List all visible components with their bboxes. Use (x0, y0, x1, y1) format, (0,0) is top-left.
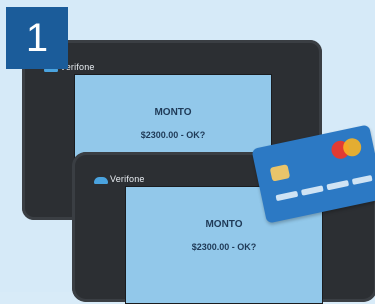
card-number-stripe (351, 174, 373, 185)
card-number-stripe (300, 185, 324, 196)
step-number: 1 (25, 15, 49, 60)
screen-title: MONTO (154, 107, 192, 118)
screen-amount: $2300.00 - OK? (191, 242, 257, 252)
card-number-stripe (275, 190, 299, 202)
card-chip-icon (269, 164, 291, 182)
terminal-brand: Verifone (110, 174, 145, 184)
payment-illustration: 1 Verifone MONTO $2300.00 - OK? Verifone… (0, 0, 375, 304)
screen-amount: $2300.00 - OK? (140, 130, 206, 140)
screen-title: MONTO (205, 219, 243, 230)
step-number-badge: 1 (6, 7, 68, 69)
verifone-logo-icon (94, 177, 108, 184)
card-number-stripe (326, 179, 350, 191)
